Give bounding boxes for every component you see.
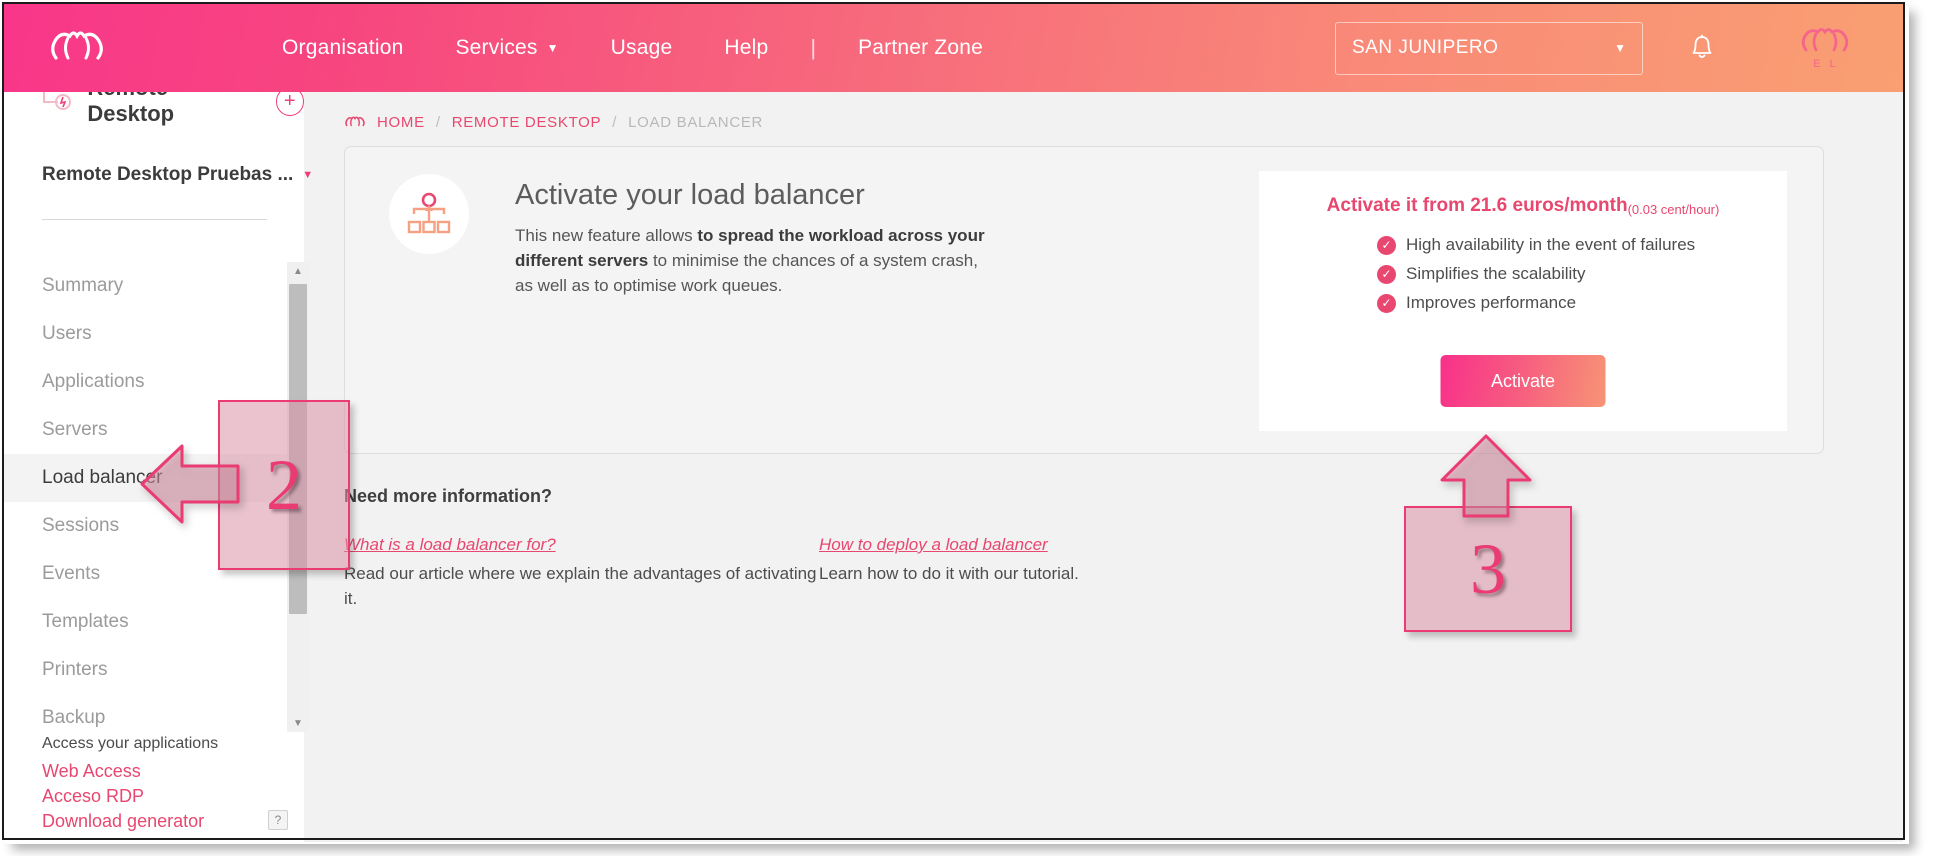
offer-price: Activate it from 21.6 euros/month(0.03 c… <box>1259 195 1787 217</box>
breadcrumb-separator: / <box>435 114 441 131</box>
info-heading: Need more information? <box>344 486 553 506</box>
sidebar-divider <box>42 219 267 220</box>
page-title: Activate your load balancer <box>515 179 865 211</box>
info-text: Read our article where we explain the ad… <box>344 564 817 608</box>
nav-links: Organisation Services ▼ Usage Help | Part… <box>256 35 1009 61</box>
notification-bell-icon[interactable] <box>1687 31 1717 65</box>
sidebar-group-selector[interactable]: Remote Desktop Pruebas ... ▼ <box>42 164 313 186</box>
breadcrumb-separator: / <box>612 114 618 131</box>
benefit-label: High availability in the event of failur… <box>1406 235 1696 254</box>
info-link-what-is-load-balancer[interactable]: What is a load balancer for? <box>344 535 556 555</box>
nav-item-partner-zone[interactable]: Partner Zone <box>832 36 1009 60</box>
chevron-down-icon: ▼ <box>1614 41 1626 55</box>
sidebar-item-applications[interactable]: Applications <box>4 358 304 406</box>
list-item: ✓ Improves performance <box>1377 293 1787 313</box>
list-item: ✓ High availability in the event of fail… <box>1377 235 1787 255</box>
help-button[interactable]: ? <box>268 810 288 830</box>
nav-item-help[interactable]: Help <box>698 36 794 60</box>
nav-right-group: SAN JUNIPERO ▼ E L <box>1335 20 1863 76</box>
sidebar-item-summary[interactable]: Summary <box>4 262 304 310</box>
breadcrumb-item-load-balancer: LOAD BALANCER <box>628 114 764 131</box>
annotation-arrow-up-3 <box>1428 434 1544 518</box>
scroll-down-arrow-icon[interactable]: ▼ <box>287 714 309 732</box>
nav-item-usage[interactable]: Usage <box>585 36 699 60</box>
screenshot-root: HOME / REMOTE DESKTOP / LOAD BALANCER Ac… <box>0 0 1937 856</box>
sidebar-bottom-section: Access your applications Web Access Acce… <box>42 735 292 834</box>
info-column: How to deploy a load balancer Learn how … <box>819 535 1294 611</box>
check-circle-icon: ✓ <box>1377 293 1396 313</box>
annotation-arrow-left-2 <box>140 432 240 536</box>
sidebar-item-label: Summary <box>42 275 124 296</box>
info-text: Learn how to do it with our tutorial. <box>819 564 1079 583</box>
sidebar-link-download-generator[interactable]: Download generator <box>42 809 292 834</box>
benefit-label: Simplifies the scalability <box>1406 264 1586 283</box>
organisation-selector[interactable]: SAN JUNIPERO ▼ <box>1335 21 1643 75</box>
sidebar-item-label: Applications <box>42 371 145 392</box>
sidebar-item-label: Users <box>42 323 92 344</box>
chevron-down-icon: ▼ <box>546 41 559 56</box>
avatar-sub-label: E L <box>1813 58 1839 70</box>
sidebar-item-users[interactable]: Users <box>4 310 304 358</box>
info-column: What is a load balancer for? Read our ar… <box>344 535 819 611</box>
load-balancer-description: This new feature allows to spread the wo… <box>515 223 985 298</box>
avatar[interactable]: E L <box>1789 20 1863 76</box>
list-item: ✓ Simplifies the scalability <box>1377 264 1787 284</box>
cloud-logo-icon[interactable] <box>48 28 106 68</box>
offer-box: Activate it from 21.6 euros/month(0.03 c… <box>1259 171 1787 431</box>
top-navigation-bar: Organisation Services ▼ Usage Help | Part… <box>4 4 1903 92</box>
breadcrumb-item-remote-desktop[interactable]: REMOTE DESKTOP <box>452 114 602 131</box>
sidebar-group-name: Remote Desktop Pruebas ... <box>42 164 294 185</box>
sidebar-item-label: Backup <box>42 707 106 728</box>
nav-separator: | <box>810 35 817 60</box>
offer-price-main: Activate it from 21.6 euros/month <box>1326 195 1628 216</box>
sidebar-item-templates[interactable]: Templates <box>4 598 304 646</box>
sidebar-item-label: Servers <box>42 419 108 440</box>
nav-item-services-label: Services <box>455 36 538 59</box>
offer-benefit-list: ✓ High availability in the event of fail… <box>1377 235 1787 313</box>
sidebar-bottom-title: Access your applications <box>42 735 219 752</box>
sidebar-item-label: Sessions <box>42 515 120 536</box>
activate-button[interactable]: Activate <box>1440 355 1606 407</box>
sidebar-item-printers[interactable]: Printers <box>4 646 304 694</box>
sidebar-item-label: Printers <box>42 659 108 680</box>
cloud-home-icon <box>344 115 366 130</box>
organisation-selector-value: SAN JUNIPERO <box>1352 37 1499 58</box>
sidebar-item-label: Templates <box>42 611 129 632</box>
scroll-up-arrow-icon[interactable]: ▲ <box>287 262 309 280</box>
check-circle-icon: ✓ <box>1377 264 1396 284</box>
load-balancer-header: Activate your load balancer This new fea… <box>515 179 985 298</box>
sidebar-link-acceso-rdp[interactable]: Acceso RDP <box>42 784 292 809</box>
description-part-1: This new feature allows <box>515 226 698 245</box>
breadcrumb-item-home[interactable]: HOME <box>377 114 425 131</box>
offer-price-sub: (0.03 cent/hour) <box>1627 202 1720 217</box>
check-circle-icon: ✓ <box>1377 235 1396 255</box>
nav-item-organisation[interactable]: Organisation <box>256 36 429 60</box>
benefit-label: Improves performance <box>1406 293 1577 312</box>
breadcrumb: HOME / REMOTE DESKTOP / LOAD BALANCER <box>344 114 763 131</box>
sidebar-link-web-access[interactable]: Web Access <box>42 759 292 784</box>
annotation-callout-3: 3 <box>1404 506 1572 632</box>
sidebar-item-label: Events <box>42 563 101 584</box>
chevron-down-icon: ▼ <box>302 169 314 181</box>
load-balancer-card: Activate your load balancer This new fea… <box>344 146 1824 454</box>
nav-item-services[interactable]: Services ▼ <box>429 36 584 60</box>
main-content: HOME / REMOTE DESKTOP / LOAD BALANCER Ac… <box>304 92 1903 842</box>
load-balancer-tree-icon <box>389 174 469 254</box>
info-link-how-to-deploy[interactable]: How to deploy a load balancer <box>819 535 1048 555</box>
